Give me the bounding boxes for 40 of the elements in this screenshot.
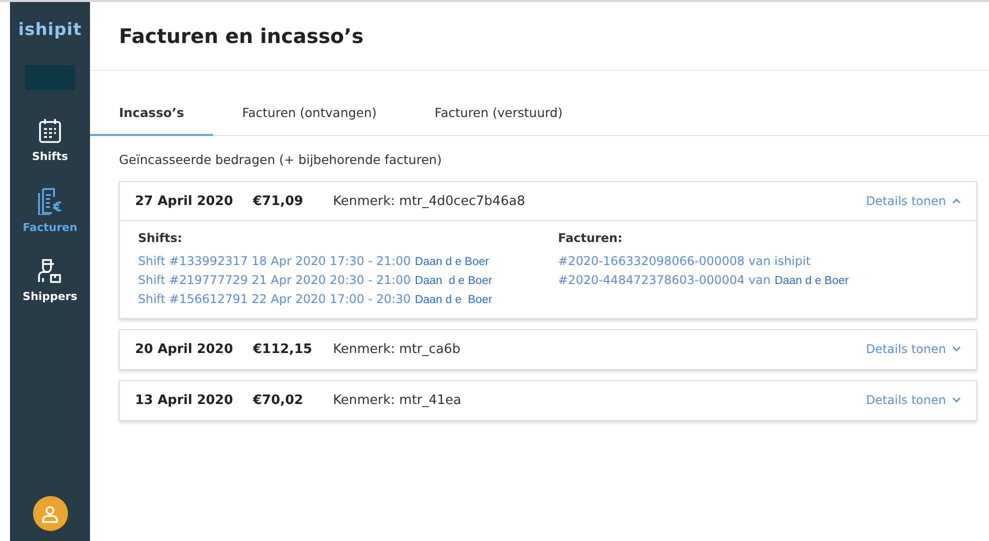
shift-link[interactable]: Shift #156612791 22 Apr 2020 17:00 - 20:30 (138, 292, 411, 306)
collection-reference: Kenmerk: mtr_41ea (333, 392, 462, 408)
nav-item[interactable]: Shifts (32, 118, 68, 163)
tab[interactable]: Facturen (ontvangen) (213, 93, 406, 136)
details-toggle[interactable]: Details tonen (866, 342, 961, 356)
shipper-name: Daan d e Boer (414, 294, 492, 306)
collection-reference: Kenmerk: mtr_4d0cec7b46a8 (333, 194, 526, 208)
invoices-heading: Facturen: (558, 231, 624, 245)
collection-date: 27 April 2020 (135, 194, 234, 208)
chevron-down-icon (952, 346, 961, 352)
chevron-up-icon (952, 198, 961, 204)
nav-item[interactable]: Shippers (22, 258, 78, 303)
shipper-name: Daan d e Boer (774, 275, 849, 287)
user-avatar[interactable] (32, 496, 68, 531)
shift-link[interactable]: Shift #219777729 21 Apr 2020 20:30 - 21:00 (138, 273, 411, 287)
tab[interactable]: Facturen (verstuurd) (406, 93, 592, 136)
nav-item[interactable]: Facturen (22, 187, 78, 234)
shipper-name: Daan d e Boer (414, 275, 492, 287)
chevron-down-icon (952, 397, 961, 403)
details-toggle[interactable]: Details tonen (866, 194, 961, 208)
invoice-link[interactable]: #2020-448472378603-000004 van (558, 273, 771, 287)
collection-date: 20 April 2020 (135, 342, 234, 356)
person-with-package-icon (37, 258, 63, 284)
image-placeholder (25, 65, 75, 90)
collection-date: 13 April 2020 (135, 392, 234, 408)
page-title: Facturen en incasso’s (119, 24, 364, 48)
logo: ishipit (18, 20, 82, 40)
collection-reference: Kenmerk: mtr_ca6b (333, 342, 462, 356)
invoice-euro-icon (37, 187, 63, 215)
shifts-heading: Shifts: (138, 231, 184, 245)
shipper-name: Daan d e Boer (414, 256, 489, 268)
details-toggle[interactable]: Details tonen (866, 393, 961, 407)
calendar-icon (38, 118, 62, 144)
collection-amount: €71,09 (253, 194, 304, 208)
invoice-link[interactable]: #2020-166332098066-000008 van ishipit (558, 254, 811, 268)
section-subtitle: Geïncasseerde bedragen (+ bijbehorende facturen) (119, 152, 443, 167)
tab[interactable]: Incasso’s (90, 93, 214, 136)
collection-amount: €70,02 (253, 392, 304, 408)
collection-amount: €112,15 (253, 342, 314, 356)
shift-link[interactable]: Shift #133992317 18 Apr 2020 17:30 - 21:00 (138, 254, 411, 268)
